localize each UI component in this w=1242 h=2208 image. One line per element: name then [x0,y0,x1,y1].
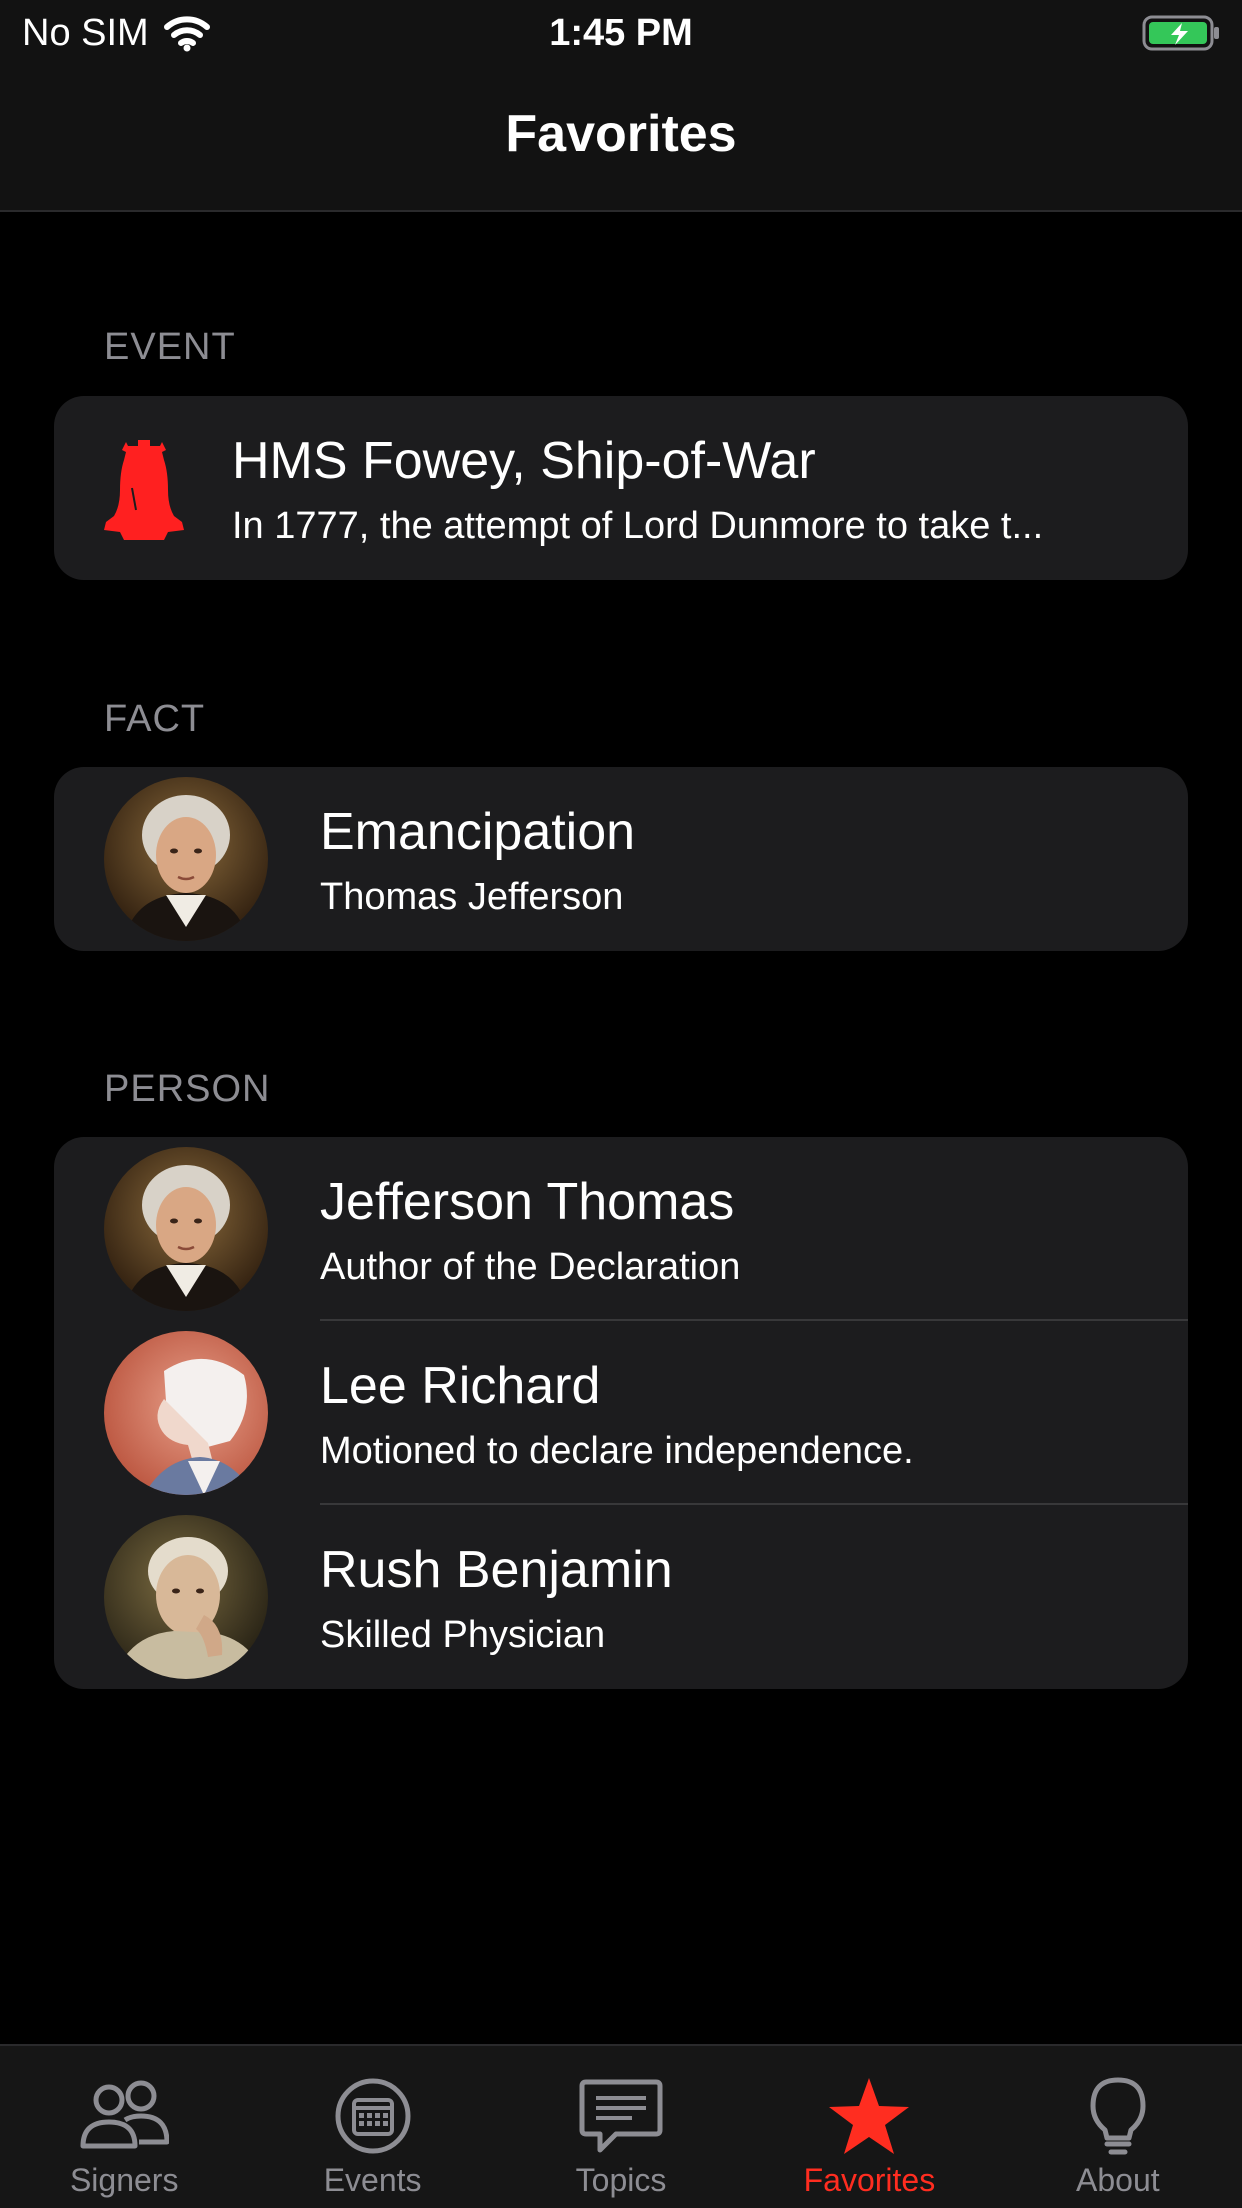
nav-bar: Favorites [0,66,1242,212]
event-subtitle: In 1777, the attempt of Lord Dunmore to … [232,505,1044,547]
tab-about[interactable]: About [994,2046,1242,2208]
section-header-person: PERSON [104,1068,271,1110]
person-row-lee-richard[interactable]: Lee Richard Motioned to declare independ… [54,1321,1188,1505]
tab-label: Topics [575,2162,667,2198]
event-title: HMS Fowey, Ship-of-War [232,432,816,490]
status-time: 1:45 PM [549,12,693,54]
tab-favorites[interactable]: Favorites [745,2046,993,2208]
section-header-event: EVENT [104,326,236,368]
person-name: Jefferson Thomas [320,1173,735,1231]
person-card: Jefferson Thomas Author of the Declarati… [54,1137,1188,1689]
chat-bubble-icon [579,2079,663,2153]
event-row-hms-fowey[interactable]: HMS Fowey, Ship-of-War In 1777, the atte… [54,396,1188,580]
fact-title: Emancipation [320,803,636,861]
person-description: Skilled Physician [320,1614,606,1656]
fact-card: Emancipation Thomas Jefferson [54,767,1188,951]
liberty-bell-icon [104,440,184,540]
battery-charging-icon [1142,15,1219,51]
person-name: Rush Benjamin [320,1541,673,1599]
tab-label: Signers [69,2162,179,2198]
fact-subtitle: Thomas Jefferson [320,876,624,918]
people-icon [80,2080,170,2149]
page-title: Favorites [505,105,737,163]
avatar-lee-richard [104,1331,268,1495]
star-icon [829,2078,910,2154]
event-card: HMS Fowey, Ship-of-War In 1777, the atte… [54,396,1188,580]
calendar-icon [335,2078,411,2154]
tab-topics[interactable]: Topics [497,2046,745,2208]
tab-events[interactable]: Events [248,2046,496,2208]
tab-label: Favorites [803,2162,936,2198]
person-row-jefferson-thomas[interactable]: Jefferson Thomas Author of the Declarati… [54,1137,1188,1321]
lightbulb-icon [1090,2077,1146,2155]
avatar-thomas-jefferson [104,777,268,941]
avatar-rush-benjamin [104,1515,268,1679]
tab-bar: Signers Events Topics Favorites About [0,2044,1242,2208]
status-bar: No SIM 1:45 PM [0,0,1242,66]
person-row-rush-benjamin[interactable]: Rush Benjamin Skilled Physician [54,1505,1188,1689]
avatar-jefferson-thomas [104,1147,268,1311]
fact-row-emancipation[interactable]: Emancipation Thomas Jefferson [54,767,1188,951]
section-header-fact: FACT [104,698,206,740]
tab-signers[interactable]: Signers [0,2046,248,2208]
person-description: Author of the Declaration [320,1246,741,1288]
tab-label: About [1076,2162,1160,2198]
tab-label: Events [323,2162,422,2198]
person-name: Lee Richard [320,1357,601,1415]
person-description: Motioned to declare independence. [320,1430,914,1472]
